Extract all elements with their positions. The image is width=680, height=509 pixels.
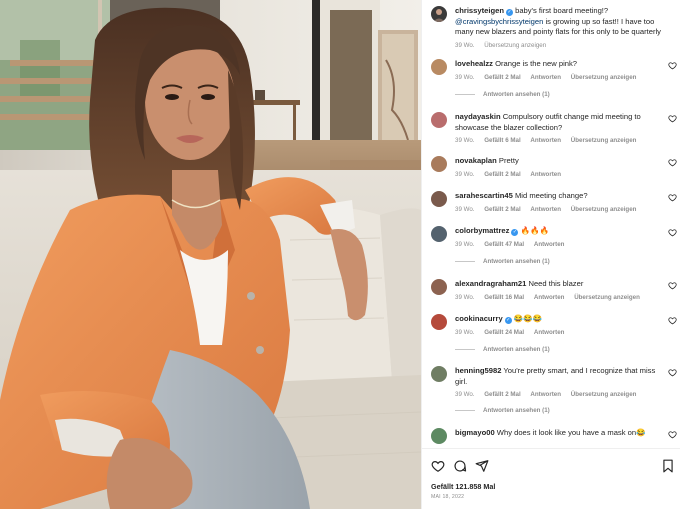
caption-text: baby's first board meeting!? <box>515 6 609 15</box>
comment-reply-link[interactable]: Antworten <box>534 329 565 336</box>
like-heart-icon[interactable] <box>668 316 677 325</box>
verified-badge-icon: ✓ <box>511 229 519 236</box>
like-heart-icon[interactable] <box>668 430 677 439</box>
verified-badge-icon: ✓ <box>505 9 513 16</box>
comment-username[interactable]: bigmayo00 <box>455 428 495 437</box>
comment-likes[interactable]: Gefällt 47 Mal <box>484 241 524 248</box>
comment-bubble-icon[interactable] <box>453 459 467 473</box>
comment-reply-link[interactable]: Antworten <box>530 391 561 398</box>
comment-time: 39 Wo. <box>455 391 475 398</box>
comments-list[interactable]: chrissyteigen ✓ baby's first board meetin… <box>422 0 680 448</box>
comment-time: 39 Wo. <box>455 328 475 336</box>
post-photo[interactable] <box>0 0 421 509</box>
caption-time: 39 Wo. <box>455 41 475 49</box>
comment-avatar[interactable] <box>431 156 447 172</box>
comment-likes[interactable]: Gefällt 24 Mal <box>484 329 524 336</box>
view-replies-link[interactable]: Antworten ansehen (1) <box>455 91 550 98</box>
comment-avatar[interactable] <box>431 314 447 330</box>
view-replies-label: Antworten ansehen (1) <box>483 258 550 265</box>
caption-translate-link[interactable]: Übersetzung anzeigen <box>484 42 546 49</box>
share-send-icon[interactable] <box>475 459 489 473</box>
view-replies-link[interactable]: Antworten ansehen (1) <box>455 407 550 414</box>
view-replies-label: Antworten ansehen (1) <box>483 346 550 353</box>
comment-time: 39 Wo. <box>455 293 475 301</box>
comment-reply-link[interactable]: Antworten <box>530 74 561 81</box>
comments-panel: chrissyteigen ✓ baby's first board meetin… <box>421 0 680 509</box>
author-avatar[interactable] <box>431 6 447 22</box>
like-count[interactable]: Gefällt 121.858 Mal <box>431 482 495 491</box>
like-heart-icon[interactable] <box>431 459 445 473</box>
comment-avatar[interactable] <box>431 366 447 382</box>
comment-username[interactable]: naydayaskin <box>455 112 501 121</box>
comment-likes[interactable]: Gefällt 2 Mal <box>484 391 520 398</box>
author-username[interactable]: chrissyteigen <box>455 6 504 15</box>
comment-text: Pretty <box>498 156 519 165</box>
like-heart-icon[interactable] <box>668 368 677 377</box>
comment-username[interactable]: cookinacurry <box>455 314 503 323</box>
like-heart-icon[interactable] <box>668 114 677 123</box>
comment-avatar[interactable] <box>431 428 447 444</box>
comment-time: 39 Wo. <box>455 170 475 178</box>
view-replies-label: Antworten ansehen (1) <box>483 91 550 98</box>
comment-likes[interactable]: Gefällt 6 Mal <box>484 137 520 144</box>
comment-time: 39 Wo. <box>455 73 475 81</box>
comment-translate-link[interactable]: Übersetzung anzeigen <box>571 391 637 398</box>
caption-meta: 39 Wo. Übersetzung anzeigen <box>455 41 672 52</box>
like-heart-icon[interactable] <box>668 281 677 290</box>
comment-time: 39 Wo. <box>455 137 475 144</box>
like-heart-icon[interactable] <box>668 228 677 237</box>
replies-divider <box>455 260 475 262</box>
comment-username[interactable]: lovehealzz <box>455 59 493 68</box>
view-replies-link[interactable]: Antworten ansehen (1) <box>455 346 550 353</box>
caption-mention-link[interactable]: @cravingsbychrissyteigen <box>455 17 543 26</box>
comment-translate-link[interactable]: Übersetzung anzeigen <box>571 206 637 213</box>
comment-likes[interactable]: Gefällt 2 Mal <box>484 74 520 81</box>
replies-divider <box>455 93 475 95</box>
comment-avatar[interactable] <box>431 59 447 75</box>
comment-translate-link[interactable]: Übersetzung anzeigen <box>571 137 637 144</box>
comment-text: 🔥🔥🔥 <box>520 226 549 235</box>
view-replies-link[interactable]: Antworten ansehen (1) <box>455 258 550 265</box>
comment-avatar[interactable] <box>431 226 447 242</box>
comment-reply-link[interactable]: Antworten <box>530 206 561 213</box>
comment-username[interactable]: colorbymattrez <box>455 226 509 235</box>
comment-username[interactable]: novakaplan <box>455 156 497 165</box>
photo-illustration <box>0 0 421 509</box>
comment-reply-link[interactable]: Antworten <box>534 294 565 301</box>
view-replies-label: Antworten ansehen (1) <box>483 407 550 414</box>
comment-avatar[interactable] <box>431 112 447 128</box>
like-heart-icon[interactable] <box>668 61 677 70</box>
comment-username[interactable]: henning5982 <box>455 366 501 375</box>
like-heart-icon[interactable] <box>668 158 677 167</box>
like-heart-icon[interactable] <box>668 193 677 202</box>
comment-text: Need this blazer <box>528 279 584 288</box>
replies-divider <box>455 409 475 411</box>
comment-translate-link[interactable]: Übersetzung anzeigen <box>571 74 637 81</box>
comment-text: Mid meeting change? <box>514 191 588 200</box>
comment-username[interactable]: alexandragraham21 <box>455 279 526 288</box>
comment-avatar[interactable] <box>431 279 447 295</box>
comment-likes[interactable]: Gefällt 2 Mal <box>484 206 520 213</box>
comment-time: 39 Wo. <box>455 205 475 213</box>
comment-translate-link[interactable]: Übersetzung anzeigen <box>574 294 640 301</box>
comment-time: 39 Wo. <box>455 240 475 248</box>
comment-reply-link[interactable]: Antworten <box>530 137 561 144</box>
replies-divider <box>455 348 475 350</box>
comment-reply-link[interactable]: Antworten <box>534 241 565 248</box>
bookmark-icon[interactable] <box>662 459 674 473</box>
comment-text: Why does it look like you have a mask on… <box>496 428 646 437</box>
comment-likes[interactable]: Gefällt 2 Mal <box>484 171 520 178</box>
comment-reply-link[interactable]: Antworten <box>530 171 561 178</box>
comment-avatar[interactable] <box>431 191 447 207</box>
comment-text: 😂😂😂 <box>513 314 543 323</box>
post-date: MAI 18, 2022 <box>431 494 465 500</box>
comment-text: Orange is the new pink? <box>495 59 578 68</box>
comment-likes[interactable]: Gefällt 16 Mal <box>484 294 524 301</box>
verified-badge-icon: ✓ <box>504 317 512 324</box>
post-footer: Gefällt 121.858 Mal MAI 18, 2022 <box>422 448 680 509</box>
comment-username[interactable]: sarahescartin45 <box>455 191 513 200</box>
